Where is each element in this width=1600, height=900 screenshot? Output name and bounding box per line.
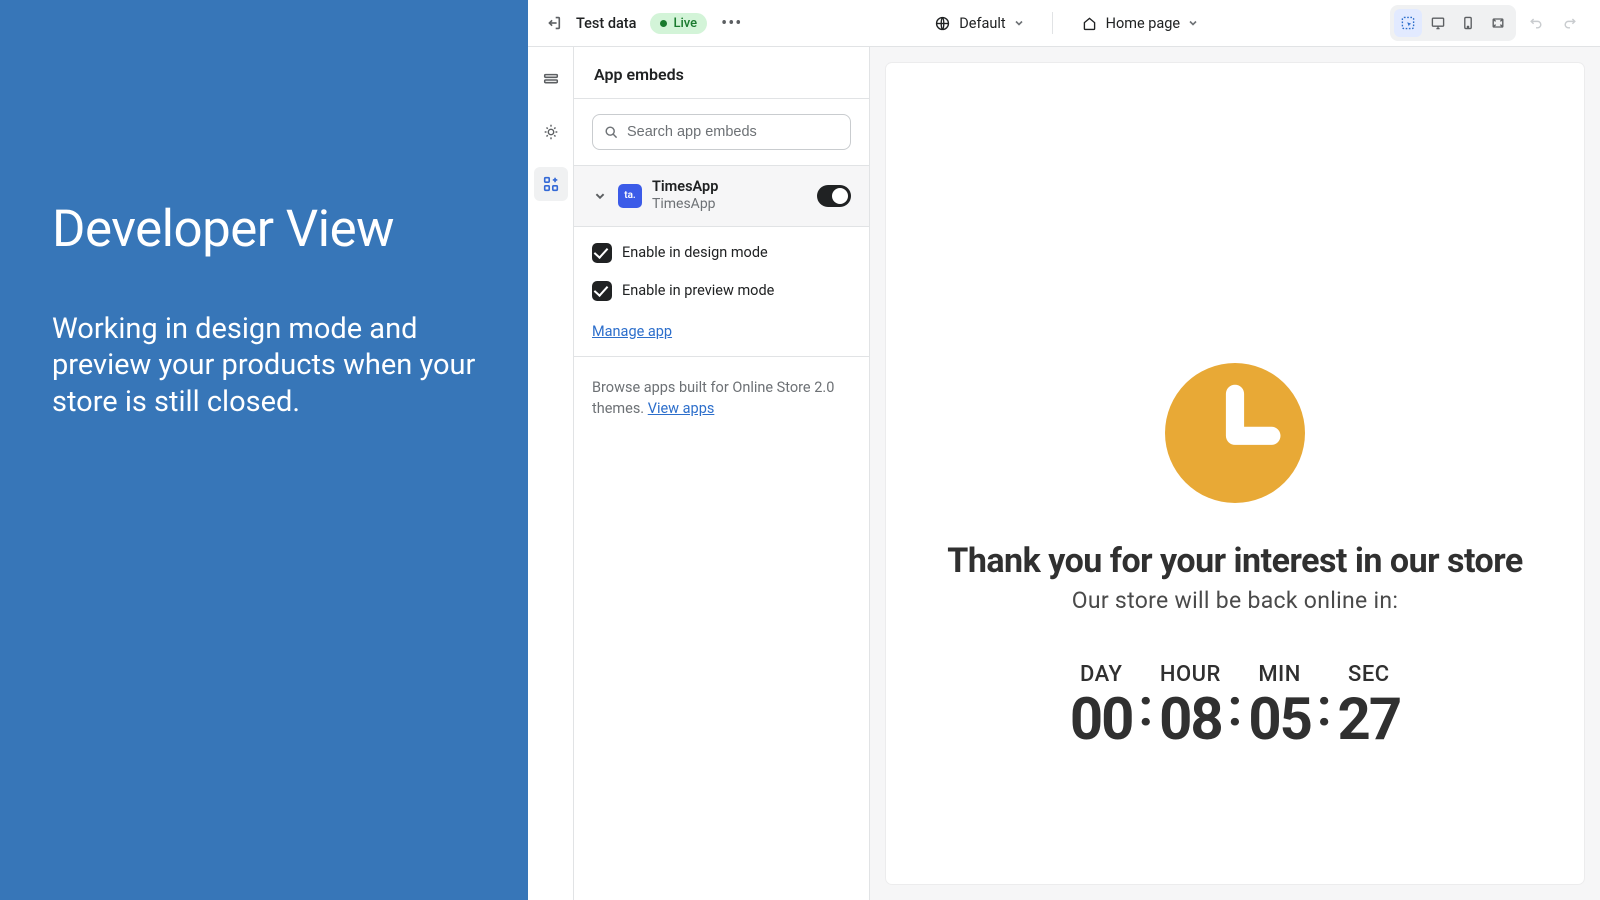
embed-item[interactable]: ta. TimesApp TimesApp <box>574 165 869 227</box>
fullscreen-icon[interactable] <box>1484 9 1512 37</box>
desktop-icon[interactable] <box>1424 9 1452 37</box>
checkbox-design-mode[interactable] <box>592 243 612 263</box>
chevron-down-icon[interactable] <box>592 188 608 204</box>
home-icon <box>1081 15 1098 32</box>
countdown: DAY 00 : HOUR 08 : MIN 05 : <box>1066 662 1404 749</box>
clock-icon <box>1165 363 1305 503</box>
embed-toggle[interactable] <box>817 185 851 207</box>
mobile-icon[interactable] <box>1454 9 1482 37</box>
sec-label: SEC <box>1338 662 1401 687</box>
colon-icon: : <box>1315 662 1334 734</box>
exit-icon[interactable] <box>544 14 562 32</box>
tool-rail <box>528 47 574 900</box>
embed-subname: TimesApp <box>652 196 807 214</box>
sec-value: 27 <box>1338 691 1401 749</box>
promo-subtitle: Working in design mode and preview your … <box>52 311 476 420</box>
settings-icon[interactable] <box>534 115 568 149</box>
checkbox-preview-mode[interactable] <box>592 281 612 301</box>
preview-subheading: Our store will be back online in: <box>1072 587 1399 614</box>
inspector-icon[interactable] <box>1394 9 1422 37</box>
browse-text: Browse apps built for Online Store 2.0 t… <box>592 377 851 419</box>
preview-area: Thank you for your interest in our store… <box>870 47 1600 900</box>
template-label: Default <box>959 15 1005 32</box>
hour-label: HOUR <box>1159 662 1222 687</box>
day-value: 00 <box>1070 691 1133 749</box>
live-label: Live <box>673 16 697 31</box>
colon-icon: : <box>1136 662 1155 734</box>
template-selector[interactable]: Default <box>934 15 1023 32</box>
sidebar: App embeds ta. TimesApp TimesApp <box>574 47 870 900</box>
undo-icon[interactable] <box>1522 9 1550 37</box>
option-preview-mode: Enable in preview mode <box>622 282 774 299</box>
sidebar-title: App embeds <box>594 65 849 84</box>
app-badge-icon: ta. <box>618 184 642 208</box>
divider <box>1052 12 1053 34</box>
sections-icon[interactable] <box>534 63 568 97</box>
embed-name: TimesApp <box>652 178 807 196</box>
hour-value: 08 <box>1159 691 1222 749</box>
viewport-selector <box>1390 5 1516 41</box>
chevron-down-icon <box>1188 18 1198 28</box>
live-dot-icon <box>660 20 667 27</box>
chevron-down-icon <box>1014 18 1024 28</box>
view-apps-link[interactable]: View apps <box>648 400 715 417</box>
option-design-mode: Enable in design mode <box>622 244 768 261</box>
search-icon <box>603 124 619 140</box>
topbar: Test data Live ••• Default <box>528 0 1600 47</box>
globe-icon <box>934 15 951 32</box>
day-label: DAY <box>1070 662 1133 687</box>
min-value: 05 <box>1248 691 1311 749</box>
more-icon[interactable]: ••• <box>721 13 742 34</box>
redo-icon[interactable] <box>1556 9 1584 37</box>
promo-panel: Developer View Working in design mode an… <box>0 0 528 900</box>
page-label: Home page <box>1106 15 1180 32</box>
promo-title: Developer View <box>52 200 476 259</box>
search-input[interactable] <box>592 114 851 150</box>
colon-icon: : <box>1226 662 1245 734</box>
apps-icon[interactable] <box>534 167 568 201</box>
store-name: Test data <box>576 15 636 32</box>
preview-heading: Thank you for your interest in our store <box>947 541 1523 581</box>
page-selector[interactable]: Home page <box>1081 15 1198 32</box>
preview-frame: Thank you for your interest in our store… <box>886 63 1584 884</box>
min-label: MIN <box>1248 662 1311 687</box>
manage-app-link[interactable]: Manage app <box>592 323 672 340</box>
live-badge: Live <box>650 13 707 34</box>
